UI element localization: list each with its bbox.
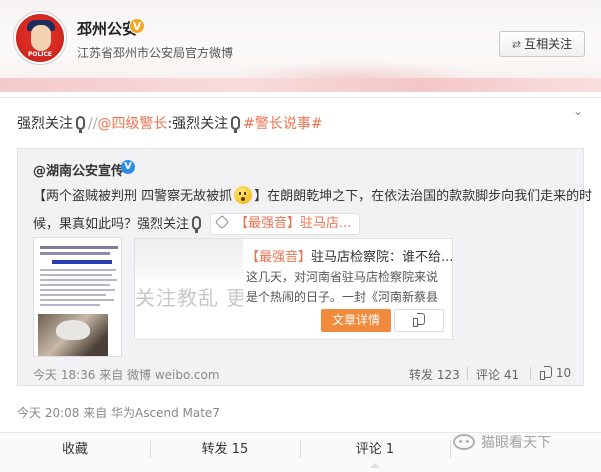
post-timestamp[interactable]: 今天 20:08 来自 华为Ascend Mate7 bbox=[17, 404, 220, 421]
quoted-like-button[interactable]: 10 bbox=[540, 366, 571, 380]
divider bbox=[530, 367, 531, 380]
thumb-text-row bbox=[40, 294, 106, 296]
article-link-chip-label: 【最强音】驻马店... bbox=[235, 216, 352, 231]
watermark: 猫眼看天下 bbox=[453, 432, 551, 452]
article-link-chip[interactable]: 【最强音】驻马店... bbox=[210, 213, 361, 235]
follow-button-label: 互相关注 bbox=[524, 37, 573, 51]
quoted-text-line2: 候，果真如此吗？强烈关注 bbox=[33, 217, 190, 232]
thumb-heading bbox=[40, 252, 110, 255]
article-details-button[interactable]: 文章详情 bbox=[321, 309, 391, 332]
quoted-timestamp[interactable]: 今天 18:36 来自 微博 weibo.com bbox=[33, 366, 220, 383]
article-like-button[interactable] bbox=[394, 309, 444, 332]
mention-text: :强烈关注 bbox=[167, 116, 229, 132]
thumbs-up-icon bbox=[540, 366, 552, 380]
article-card-image bbox=[135, 239, 243, 279]
account-description: 江苏省邳州市公安局官方微博 bbox=[77, 46, 234, 60]
article-card-title[interactable]: 【最强音】驻马店检察院：谁不给... bbox=[246, 246, 453, 265]
quoted-comment-count[interactable]: 评论 41 bbox=[476, 366, 519, 383]
quoted-author-link[interactable]: @湖南公安宣传 bbox=[33, 160, 124, 179]
verified-badge-icon: V bbox=[121, 160, 135, 174]
verified-badge-icon: V bbox=[129, 18, 145, 34]
quoted-text-rest: 】在朗朗乾坤之下，在依法治国的款款脚步向我们走来的时 bbox=[254, 189, 593, 204]
divider bbox=[467, 367, 468, 380]
article-card-image-text: 关注教乱 更加 bbox=[135, 286, 243, 310]
thumb-heading bbox=[40, 246, 118, 249]
article-card-title-tag: 【最强音】 bbox=[246, 250, 312, 265]
article-card-description: 是个热闹的日子。一封《河南新蔡县 bbox=[246, 290, 439, 304]
favorite-tab[interactable]: 收藏 bbox=[0, 433, 150, 470]
surprised-emoji-icon bbox=[234, 186, 253, 204]
link-icon bbox=[214, 214, 230, 230]
thumb-text-row bbox=[40, 274, 112, 276]
divider bbox=[150, 441, 151, 458]
thumb-text-row bbox=[40, 279, 117, 281]
avatar-face bbox=[31, 25, 51, 51]
account-name[interactable]: 邳州公安 bbox=[77, 18, 137, 39]
thumb-text-row bbox=[40, 269, 116, 271]
avatar[interactable]: POLICE bbox=[14, 12, 66, 64]
thumb-text-row bbox=[40, 299, 114, 301]
thumb-text-row bbox=[40, 304, 100, 306]
mutual-follow-button[interactable]: ⇄ 互相关注 bbox=[499, 31, 585, 57]
microphone-icon bbox=[76, 116, 85, 133]
watermark-text: 猫眼看天下 bbox=[481, 435, 551, 451]
comment-tab[interactable]: 评论 1 bbox=[300, 433, 450, 470]
quoted-repost-count[interactable]: 转发 123 bbox=[409, 366, 460, 383]
thumb-text-row bbox=[40, 284, 110, 286]
microphone-icon bbox=[192, 216, 202, 233]
repost-tab[interactable]: 转发 15 bbox=[150, 433, 300, 470]
chevron-down-icon[interactable]: ⌄ bbox=[573, 104, 583, 118]
thumb-title-bar bbox=[52, 260, 112, 264]
thumb-photo-person bbox=[56, 320, 90, 340]
thumbs-up-icon bbox=[413, 313, 425, 327]
post-text: 强烈关注//@四级警长:强烈关注 #警长说事# bbox=[17, 113, 323, 133]
cat-eye-logo-icon bbox=[453, 434, 475, 450]
thumb-text-row bbox=[40, 289, 115, 291]
banner-stripe bbox=[0, 78, 601, 92]
quoted-text-line-2: 候，果真如此吗？强烈关注 【最强音】驻马店... bbox=[33, 213, 361, 235]
mention-link[interactable]: @四级警长 bbox=[97, 116, 167, 132]
microphone-icon bbox=[231, 116, 241, 133]
article-card-title-text: 驻马店检察院：谁不给... bbox=[311, 250, 454, 265]
quoted-like-count: 10 bbox=[555, 366, 572, 380]
quoted-image-thumbnail[interactable] bbox=[33, 237, 122, 357]
mutual-follow-icon: ⇄ bbox=[511, 38, 522, 51]
hashtag-link[interactable]: #警长说事# bbox=[243, 116, 322, 132]
avatar-badge-mark: POLICE bbox=[27, 51, 53, 58]
divider bbox=[300, 441, 301, 458]
article-card-description: 这几天，对河南省驻马店检察院来说 bbox=[246, 270, 439, 284]
quoted-text-line-1: 【两个盗贼被判刑 四警察无故被抓 】在朗朗乾坤之下，在依法治国的款款脚步向我们走来… bbox=[33, 185, 592, 204]
quoted-text-start: 【两个盗贼被判刑 四警察无故被抓 bbox=[33, 189, 233, 204]
divider bbox=[450, 441, 451, 458]
post-text-prefix: 强烈关注 bbox=[17, 116, 73, 132]
